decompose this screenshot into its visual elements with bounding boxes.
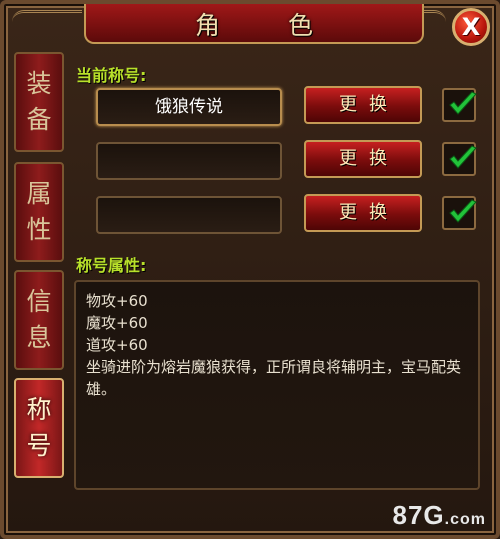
site-watermark: 87G.com xyxy=(393,500,487,531)
close-icon: X xyxy=(461,13,481,41)
change-button-2[interactable]: 更换 xyxy=(304,140,422,178)
tab-label-char-1: 信 xyxy=(26,287,52,316)
sidebar: 装 备 属 性 信 息 称 号 xyxy=(10,44,68,484)
change-button-1[interactable]: 更换 xyxy=(304,86,422,124)
checkmark-icon xyxy=(449,145,477,169)
title-slot-2[interactable] xyxy=(96,142,282,180)
attribute-line: 魔攻+60 xyxy=(86,314,148,332)
titles-panel: 当前称号: 饿狼传说 更换 更换 更换 称号属性: 物攻+60 魔攻+60 道攻… xyxy=(70,54,486,494)
frame-ornament-left xyxy=(12,10,82,37)
change-button-3[interactable]: 更换 xyxy=(304,194,422,232)
attribute-line: 道攻+60 xyxy=(86,336,148,354)
attributes-panel: 物攻+60 魔攻+60 道攻+60 坐骑进阶为熔岩魔狼获得，正所谓良将辅明主，宝… xyxy=(74,280,480,490)
watermark-main: 87G xyxy=(392,500,445,530)
tab-label-char-2: 性 xyxy=(26,215,52,244)
tab-label-char-2: 号 xyxy=(26,431,52,460)
tab-equipment[interactable]: 装 备 xyxy=(14,52,64,152)
tab-attributes[interactable]: 属 性 xyxy=(14,162,64,262)
tab-label-char-2: 备 xyxy=(26,105,52,134)
checkmark-icon xyxy=(449,91,477,115)
title-attributes-label: 称号属性: xyxy=(76,256,147,275)
title-checkbox-2[interactable] xyxy=(442,142,477,176)
title-slot-1[interactable]: 饿狼传说 xyxy=(96,88,282,126)
attribute-line: 物攻+60 xyxy=(86,292,148,310)
title-checkbox-1[interactable] xyxy=(442,88,477,122)
watermark-suffix: .com xyxy=(444,511,486,528)
window-title-bar: 角 色 xyxy=(84,4,424,44)
tab-info[interactable]: 信 息 xyxy=(14,270,64,370)
attribute-description: 坐骑进阶为熔岩魔狼获得，正所谓良将辅明主，宝马配英雄。 xyxy=(86,358,462,398)
tab-label-char-2: 息 xyxy=(26,323,52,352)
character-window: 角 色 X 装 备 属 性 信 息 称 号 当前称号: 饿狼传说 更换 更换 更… xyxy=(0,0,500,539)
tab-titles[interactable]: 称 号 xyxy=(14,378,64,478)
current-title-label: 当前称号: xyxy=(76,66,147,85)
tab-label-char-1: 称 xyxy=(26,395,52,424)
window-title: 角 色 xyxy=(195,11,343,40)
title-checkbox-3[interactable] xyxy=(442,196,477,230)
title-slot-3[interactable] xyxy=(96,196,282,234)
tab-label-char-1: 属 xyxy=(26,179,52,208)
tab-label-char-1: 装 xyxy=(26,69,52,98)
checkmark-icon xyxy=(449,199,477,223)
close-button[interactable]: X xyxy=(452,8,490,46)
